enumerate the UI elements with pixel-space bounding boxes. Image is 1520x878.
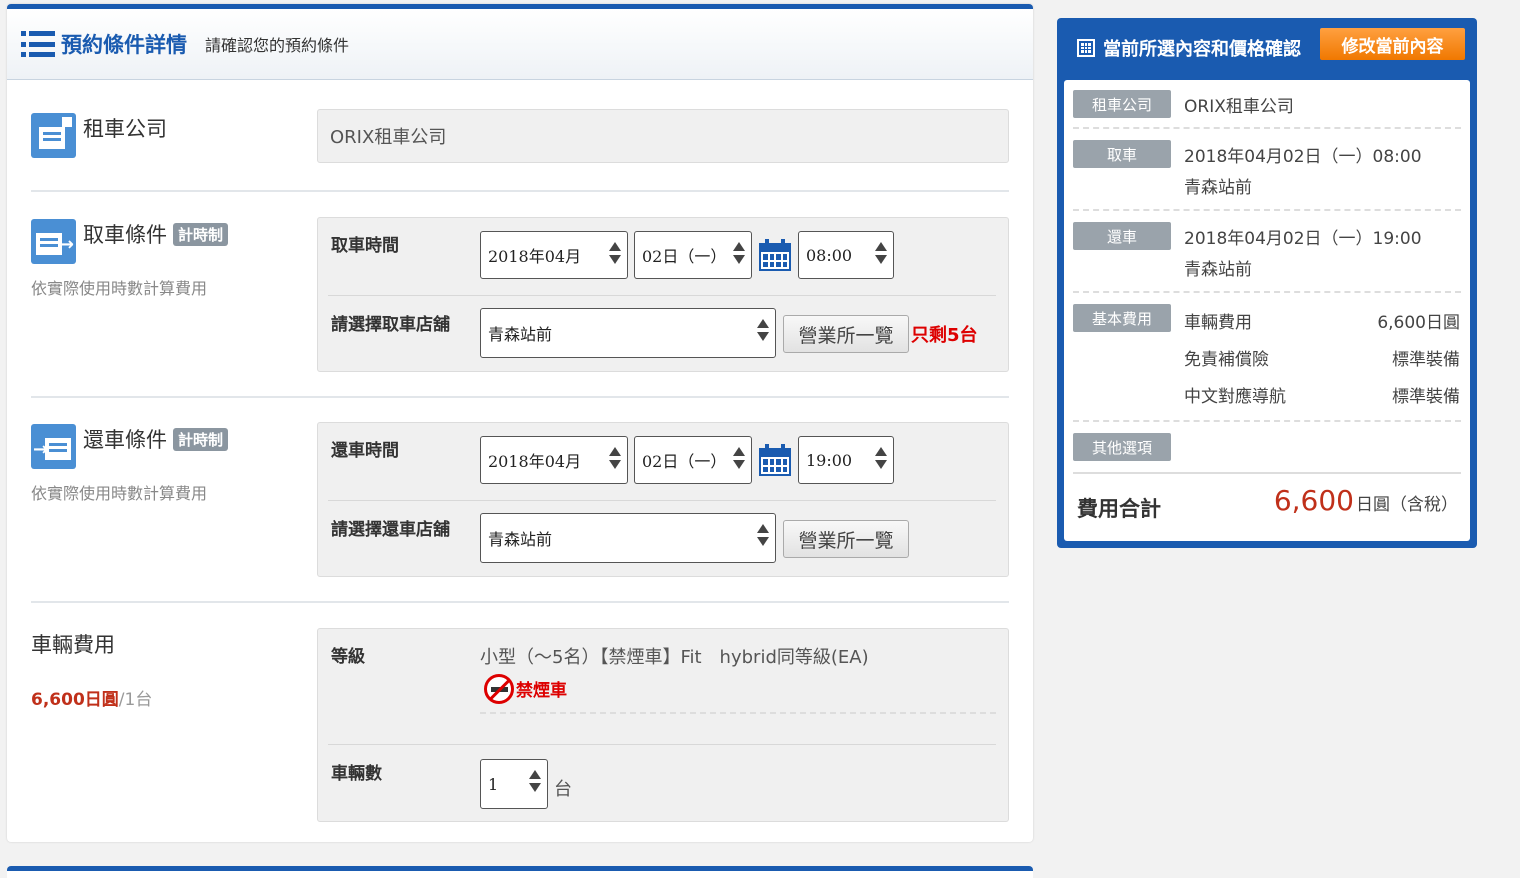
spinner-icon	[875, 447, 887, 469]
list-icon	[21, 31, 55, 57]
page-title: 預約條件詳情	[61, 33, 187, 57]
fee-value: 6,600日圓	[1377, 313, 1460, 333]
no-smoking-icon	[484, 674, 514, 704]
spinner-icon	[609, 447, 621, 469]
return-store-list-button[interactable]: 營業所一覽	[783, 520, 909, 558]
vehicle-count-unit: 台	[554, 779, 572, 800]
divider	[31, 190, 1009, 192]
pickup-time-label: 取車時間	[331, 236, 399, 256]
fee-name: 中文對應導航	[1184, 387, 1286, 407]
vehicle-per-unit: /1台	[118, 690, 153, 710]
panel-header: 預約條件詳情 請確認您的預約條件	[7, 9, 1033, 80]
divider	[31, 601, 1009, 603]
page-subtitle: 請確認您的預約條件	[205, 36, 350, 55]
hourly-badge: 計時制	[173, 222, 229, 246]
return-box: 還車時間 2018年04月 02日（一） 19:00 請選擇還車店舖 青森站前 …	[317, 422, 1009, 577]
calendar-icon[interactable]	[759, 444, 791, 476]
pickup-time-select[interactable]: 08:00	[798, 231, 894, 279]
company-label: 租車公司	[83, 117, 167, 141]
modify-selection-button[interactable]: 修改當前內容	[1320, 28, 1465, 60]
pickup-store-label: 請選擇取車店舖	[331, 315, 450, 335]
spinner-icon	[875, 242, 887, 264]
no-smoking-label: 禁煙車	[516, 681, 567, 701]
pickup-box: 取車時間 2018年04月 02日（一） 08:00 請選擇取車店舖 青森站前 …	[317, 217, 1009, 372]
pickup-building-icon: →	[31, 219, 76, 264]
summary-company-value: ORIX租車公司	[1184, 97, 1294, 117]
vehicle-count-select[interactable]: 1	[480, 759, 548, 809]
summary-company-tag: 租車公司	[1073, 90, 1171, 118]
pickup-day-select[interactable]: 02日（一）	[634, 231, 752, 279]
total-label: 費用合計	[1077, 497, 1161, 521]
summary-return-tag: 還車	[1073, 222, 1171, 250]
return-time-label: 還車時間	[331, 441, 399, 461]
pickup-desc: 依實際使用時數計算費用	[31, 279, 208, 298]
hourly-badge: 計時制	[173, 427, 229, 451]
spinner-icon	[529, 770, 541, 792]
summary-other-options-tag: 其他選項	[1073, 433, 1171, 461]
total-price: 6,600 日圓（含稅）	[1274, 484, 1458, 517]
calendar-icon[interactable]	[759, 239, 791, 271]
fee-value: 標準裝備	[1392, 350, 1460, 370]
company-value: ORIX租車公司	[317, 109, 1009, 163]
summary-body: 租車公司 ORIX租車公司 取車 2018年04月02日（一）08:00 青森站…	[1064, 80, 1470, 541]
total-unit: 日圓（含稅）	[1356, 495, 1458, 515]
pickup-month-select[interactable]: 2018年04月	[480, 231, 628, 279]
fee-name: 免責補償險	[1184, 350, 1269, 370]
next-panel	[7, 866, 1033, 878]
summary-basic-fee-tag: 基本費用	[1073, 304, 1171, 332]
return-month-select[interactable]: 2018年04月	[480, 436, 628, 484]
reservation-details-panel: 預約條件詳情 請確認您的預約條件 租車公司 ORIX租車公司 → 取車條件 計時…	[7, 4, 1033, 842]
summary-return-store: 青森站前	[1184, 260, 1252, 280]
calculator-icon	[1077, 39, 1095, 57]
grade-label: 等級	[331, 647, 365, 667]
pickup-store-select[interactable]: 青森站前	[480, 308, 776, 358]
fee-name: 車輛費用	[1184, 313, 1252, 333]
spinner-icon	[733, 242, 745, 264]
divider	[31, 396, 1009, 398]
summary-title: 當前所選內容和價格確認	[1103, 39, 1301, 60]
return-desc: 依實際使用時數計算費用	[31, 484, 208, 503]
total-amount: 6,600	[1273, 484, 1354, 517]
building-icon	[31, 113, 76, 158]
summary-pickup-tag: 取車	[1073, 140, 1171, 168]
fee-value: 標準裝備	[1392, 387, 1460, 407]
return-day-select[interactable]: 02日（一）	[634, 436, 752, 484]
spinner-icon	[757, 319, 769, 341]
spinner-icon	[609, 242, 621, 264]
grade-value: 小型（～5名）【禁煙車】Fit hybrid同等級(EA)	[480, 647, 869, 668]
pickup-title: 取車條件	[83, 223, 167, 247]
summary-pickup-store: 青森站前	[1184, 178, 1252, 198]
spinner-icon	[757, 524, 769, 546]
summary-return-datetime: 2018年04月02日（一）19:00	[1184, 229, 1422, 249]
vehicle-count-label: 車輛數	[331, 764, 382, 784]
pickup-store-list-button[interactable]: 營業所一覽	[783, 315, 909, 353]
remaining-count: 只剩5台	[911, 325, 978, 346]
return-time-select[interactable]: 19:00	[798, 436, 894, 484]
return-store-label: 請選擇還車店舖	[331, 520, 450, 540]
vehicle-box: 等級 小型（～5名）【禁煙車】Fit hybrid同等級(EA) 禁煙車 車輛數…	[317, 628, 1009, 822]
return-store-select[interactable]: 青森站前	[480, 513, 776, 563]
spinner-icon	[733, 447, 745, 469]
return-title: 還車條件	[83, 428, 167, 452]
return-building-icon: →	[31, 424, 76, 469]
price-summary-panel: 當前所選內容和價格確認 修改當前內容 租車公司 ORIX租車公司 取車 2018…	[1057, 18, 1477, 548]
vehicle-price: 6,600日圓	[31, 690, 119, 710]
vehicle-title: 車輛費用	[31, 633, 115, 657]
summary-pickup-datetime: 2018年04月02日（一）08:00	[1184, 147, 1422, 167]
